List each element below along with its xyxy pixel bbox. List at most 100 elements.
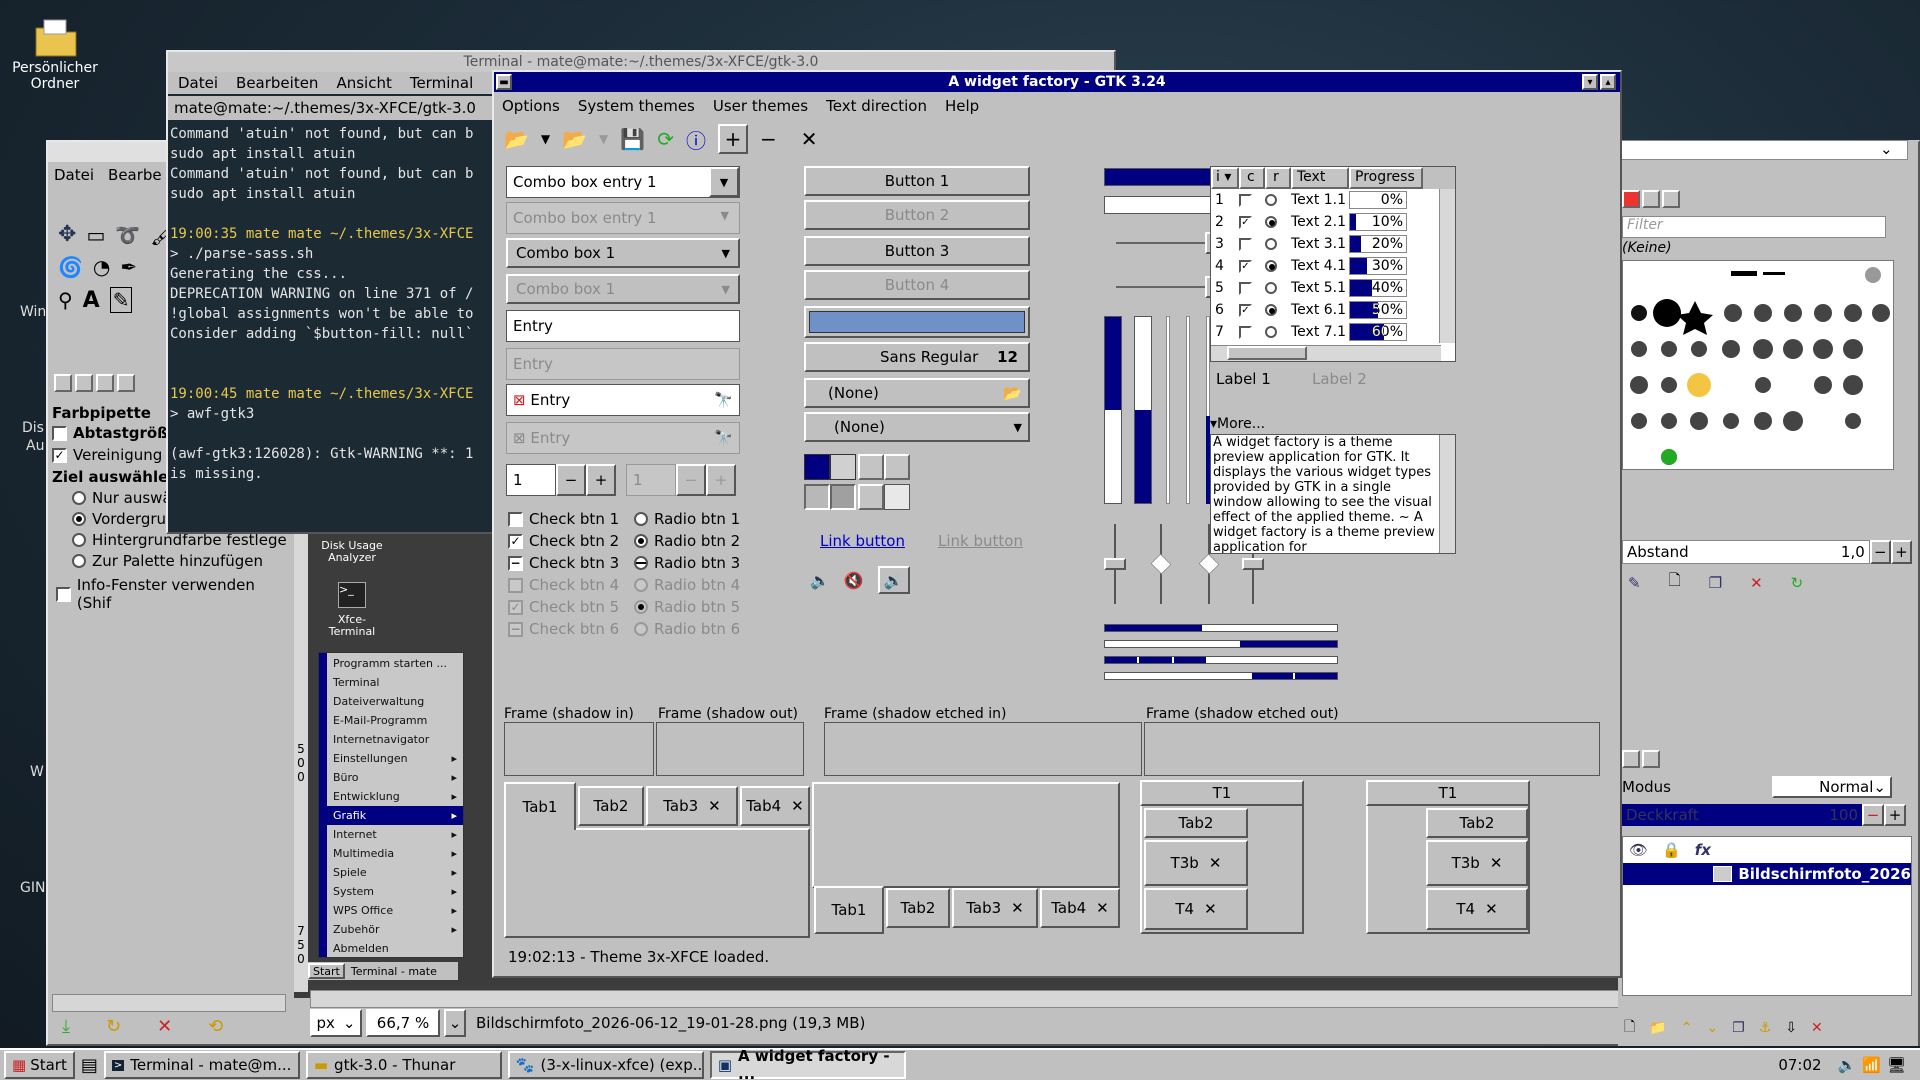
volume-button[interactable]: 🔊 [877,566,910,594]
tree-check[interactable] [1239,193,1252,207]
brush-filter-input[interactable]: Filter [1622,216,1886,238]
ink-tool-icon[interactable]: ✒ [120,255,137,279]
tree-check[interactable]: ✓ [1239,215,1252,229]
clock[interactable]: 07:02 [1778,1056,1821,1074]
expander-more[interactable]: ▾More... [1210,416,1265,432]
terminal-menu-terminal[interactable]: Terminal [410,74,473,92]
maximize-button[interactable]: ▴ [1600,74,1616,90]
vtab2-t4-close-icon[interactable]: ✕ [1485,900,1498,918]
target-radio-pick-only[interactable] [72,491,86,505]
zoom-combo[interactable]: 66,7 % [366,1009,440,1037]
swatch-light3[interactable] [858,484,884,510]
tab-4-close-icon[interactable]: ✕ [791,797,804,815]
lasso-icon[interactable]: ➰ [115,223,140,247]
minimize-button[interactable]: ▾ [1582,74,1598,90]
bucket-fill-icon[interactable]: ◔ [93,255,110,279]
link-button[interactable]: Link button [820,532,905,550]
menu-help[interactable]: Help [945,97,979,115]
window-menu-button[interactable]: ▬ [496,74,512,90]
merged-checkbox[interactable]: ✓ [52,447,67,463]
show-desktop-icon[interactable]: ▤ [81,1055,98,1076]
network-tray-icon[interactable]: 📶 [1862,1056,1881,1074]
path-tool-icon[interactable]: ⚲ [58,288,73,312]
entry-field[interactable]: Entry [506,310,740,342]
radio-btn-1[interactable] [634,512,648,526]
task-gimp[interactable]: 🐾 (3-x-linux-xfce) (exp... [507,1051,704,1079]
swatch-light2[interactable] [884,454,910,480]
start-menu-item[interactable]: E-Mail-Programm [327,711,463,730]
tab-2-bottom[interactable]: Tab2 [886,888,950,928]
radio-btn-2[interactable] [634,534,648,548]
save-options-icon[interactable]: ⤓ [62,1016,70,1037]
edit-brush-icon[interactable]: ✎ [1628,574,1641,592]
zoom-dropdown[interactable]: ⌄ [444,1009,466,1037]
text-tool-icon[interactable]: A [83,288,100,313]
vtab2-tab2[interactable]: Tab2 [1426,808,1528,838]
start-menu-item[interactable]: System ▸ [327,882,463,901]
reset-options-icon[interactable]: ⟲ [208,1016,223,1037]
start-menu-item[interactable]: Entwicklung ▸ [327,787,463,806]
new-layer-icon[interactable]: 🗋 [1624,1016,1635,1040]
save-icon[interactable]: 💾 [620,127,645,151]
swatch-grey[interactable] [830,454,856,480]
swatch-light[interactable] [858,454,884,480]
brushes-tab-icon[interactable] [1622,190,1640,208]
start-menu-item[interactable]: Multimedia ▸ [327,844,463,863]
tree-radio[interactable] [1265,238,1277,250]
target-radio-palette[interactable] [72,554,86,568]
spacing-plus-button[interactable]: + [1890,540,1913,564]
vtab-t3b-close-icon[interactable]: ✕ [1209,854,1222,872]
tab-1-top[interactable]: Tab1 [504,782,576,830]
col-c[interactable]: c [1239,167,1265,189]
anchor-layer-icon[interactable]: ⚓ [1759,1020,1772,1036]
tab-3-close-icon[interactable]: ✕ [708,797,721,815]
target-radio-bg[interactable] [72,533,86,547]
new-brush-icon[interactable]: 🗋 [1669,570,1681,595]
tree-row[interactable]: 5 Text 5.1 40% [1211,277,1455,299]
mode-combo[interactable]: Normal ⌄ [1772,776,1892,798]
task-terminal[interactable]: > Terminal - mate@m... [103,1051,300,1079]
sample-size-checkbox[interactable] [52,425,67,441]
add-button[interactable]: + [717,124,748,154]
fonts-tab-icon[interactable] [1662,190,1680,208]
vtab-t4[interactable]: T4 ✕ [1144,888,1248,930]
duplicate-layer-icon[interactable]: ❐ [1732,1020,1745,1036]
vtab-t3b[interactable]: T3b ✕ [1144,840,1248,886]
radio-btn-3[interactable] [634,556,648,570]
h-scrollbar[interactable] [310,990,1646,1008]
font-button[interactable]: Sans Regular 12 [804,342,1030,372]
home-folder-icon[interactable] [34,18,78,58]
start-menu-item[interactable]: Internetnavigator [327,730,463,749]
opacity-minus-button[interactable]: − [1862,804,1884,826]
tree-radio[interactable] [1265,194,1277,206]
raise-layer-icon[interactable]: ⌃ [1681,1020,1693,1036]
spin-minus[interactable]: − [556,464,586,496]
tree-v-scrollbar[interactable] [1439,189,1455,343]
task-awf[interactable]: ▣ A widget factory - ... [709,1047,906,1080]
tree-check[interactable]: ✓ [1239,303,1252,317]
layer-row[interactable]: Bildschirmfoto_2026 [1623,863,1911,885]
tree-check[interactable]: ✓ [1239,259,1252,273]
swatch-dark[interactable] [804,484,830,510]
file-chooser-button[interactable]: (None) 📂 [804,378,1030,408]
start-menu-item[interactable]: Terminal [327,673,463,692]
tree-check[interactable] [1239,281,1252,295]
start-menu-item[interactable]: Abmelden [327,939,463,958]
restore-options-icon[interactable]: ↻ [106,1016,121,1037]
menu-system-themes[interactable]: System themes [578,97,695,115]
undo-history-tab-icon[interactable] [96,374,114,392]
check-btn-3[interactable]: − [508,555,523,571]
terminal-menu-bearbeiten[interactable]: Bearbeiten [236,74,318,92]
delete-layer-icon[interactable]: ✕ [1811,1020,1823,1036]
menu-options[interactable]: Options [502,97,560,115]
rect-select-icon[interactable]: ▭ [86,223,105,247]
find-icon[interactable]: 🔭 [714,391,733,409]
terminal-menu-ansicht[interactable]: Ansicht [336,74,391,92]
button-3[interactable]: Button 3 [804,236,1030,266]
info-icon[interactable]: ⓘ [686,125,706,154]
color-button[interactable] [804,306,1030,338]
vtab-t4-close-icon[interactable]: ✕ [1204,900,1217,918]
tree-radio[interactable] [1265,326,1277,338]
swatch-white[interactable] [884,484,910,510]
opacity-plus-button[interactable]: + [1884,804,1906,826]
